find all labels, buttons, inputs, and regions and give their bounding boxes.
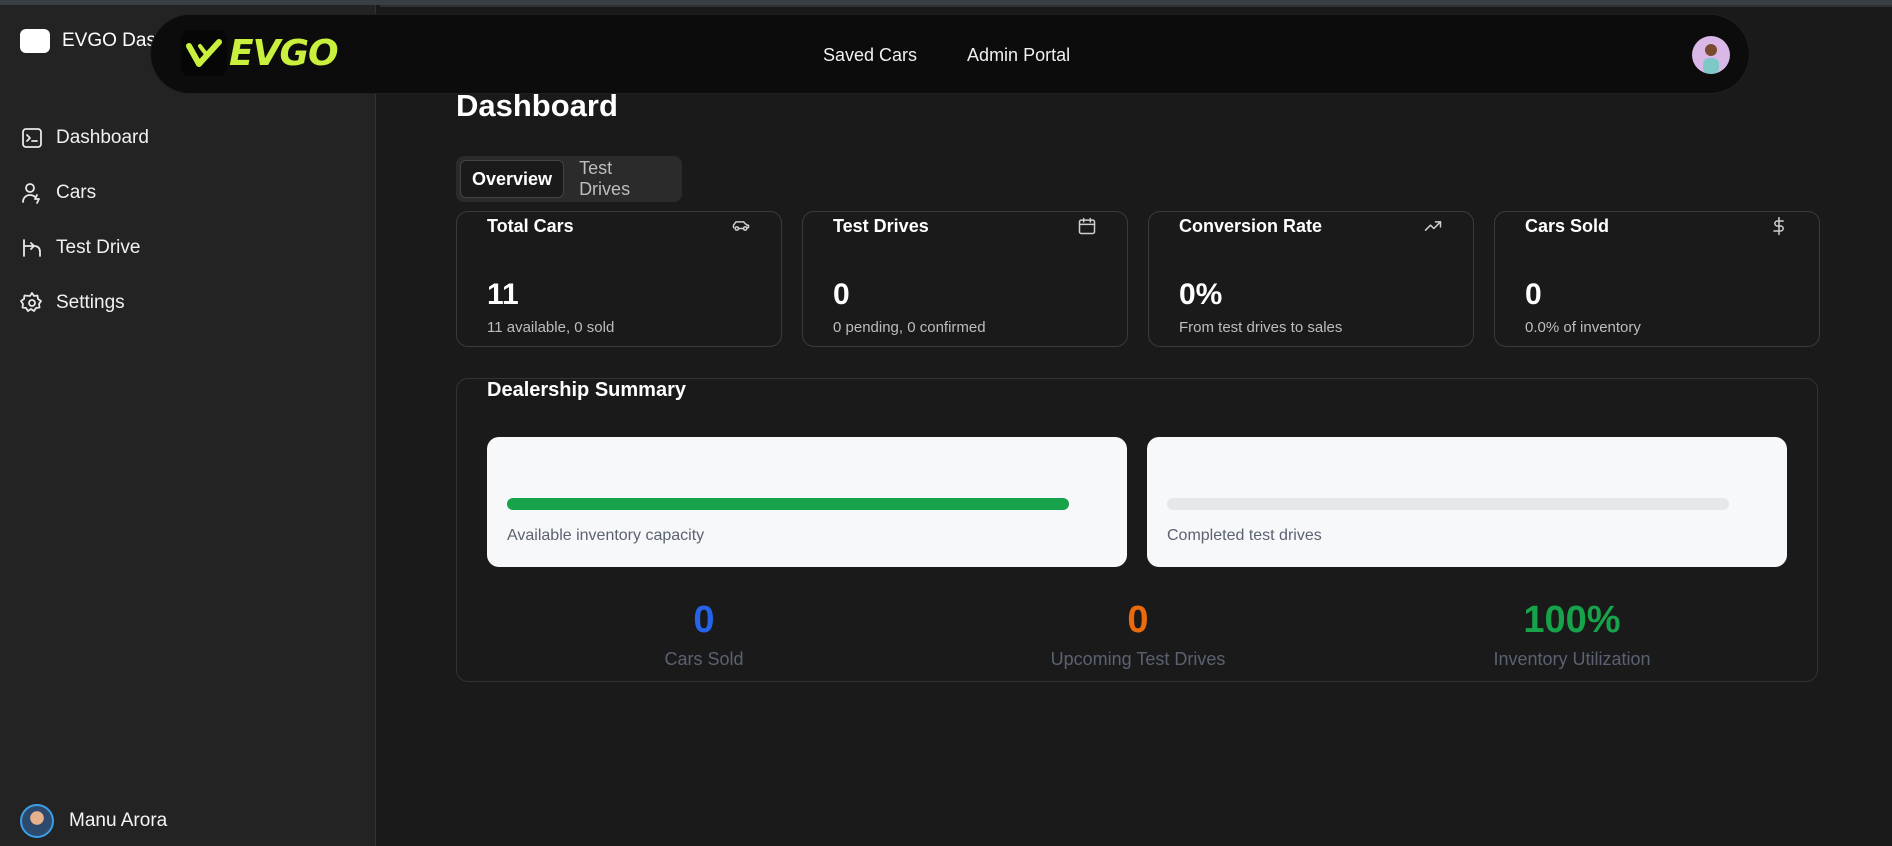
- terminal-square-icon: [22, 127, 42, 148]
- sidebar-item-label: Test Drive: [56, 236, 141, 258]
- dealership-summary: Dealership Summary Available inventory c…: [456, 378, 1818, 682]
- logo-mark-icon: [181, 30, 227, 76]
- card-title: Test Drives: [833, 216, 929, 236]
- page-title: Dashboard: [456, 88, 618, 123]
- panel-label: Completed test drives: [1167, 527, 1322, 544]
- user-icon: [22, 182, 40, 204]
- test-drives-progress-bar: [1167, 498, 1729, 510]
- user-name: Manu Arora: [69, 810, 168, 831]
- sidebar-brand[interactable]: EVGO Dash: [20, 29, 167, 53]
- brand-logo-icon: [20, 29, 50, 53]
- window-top-border-secondary: [380, 5, 1892, 7]
- car-icon: [731, 216, 751, 236]
- inventory-capacity-panel: Available inventory capacity: [487, 437, 1127, 567]
- stat-cars-sold: 0 Cars Sold: [487, 599, 921, 670]
- stat-label: Upcoming Test Drives: [1050, 649, 1226, 669]
- trending-up-icon: [1423, 216, 1443, 236]
- profile-photo-icon: [1703, 44, 1719, 74]
- profile-avatar[interactable]: [1692, 36, 1730, 74]
- top-navbar: EVGO Saved Cars Admin Portal: [150, 14, 1750, 94]
- card-subtext: From test drives to sales: [1179, 319, 1343, 336]
- header-links: Saved Cars Admin Portal: [823, 45, 1070, 66]
- card-value: 11: [487, 278, 519, 311]
- stat-value: 100%: [1523, 599, 1621, 641]
- logo-text: EVGO: [229, 32, 339, 74]
- sidebar-user[interactable]: Manu Arora: [20, 804, 167, 838]
- summary-stats: 0 Cars Sold 0 Upcoming Test Drives 100% …: [487, 599, 1789, 670]
- stat-label: Inventory Utilization: [1493, 649, 1651, 669]
- stat-value: 0: [693, 599, 715, 641]
- admin-portal-link[interactable]: Admin Portal: [967, 45, 1070, 66]
- card-subtext: 0 pending, 0 confirmed: [833, 319, 986, 336]
- saved-cars-link[interactable]: Saved Cars: [823, 45, 917, 66]
- stat-label: Cars Sold: [664, 649, 744, 669]
- tab-list: Overview Test Drives: [456, 156, 682, 202]
- dollar-icon: [1769, 216, 1789, 236]
- sidebar-nav: Dashboard Cars Test Drive Settings: [20, 110, 149, 330]
- sidebar-item-label: Settings: [56, 291, 125, 313]
- split-route-icon: [23, 238, 41, 257]
- sidebar-item-cars[interactable]: Cars: [20, 165, 149, 220]
- tab-test-drives[interactable]: Test Drives: [568, 158, 678, 199]
- sidebar-item-dashboard[interactable]: Dashboard: [20, 110, 149, 165]
- calendar-icon: [1077, 216, 1097, 236]
- card-test-drives: Test Drives 0 0 pending, 0 confirmed: [802, 211, 1128, 347]
- gear-icon: [20, 291, 42, 312]
- test-drives-panel: Completed test drives: [1147, 437, 1787, 567]
- sidebar-item-label: Cars: [56, 181, 97, 203]
- sidebar: EVGO Dash Dashboard Cars Test Drive Sett…: [0, 5, 376, 846]
- card-value: 0: [1525, 278, 1542, 311]
- evgo-logo[interactable]: EVGO: [181, 30, 339, 76]
- card-title: Cars Sold: [1525, 216, 1610, 236]
- card-value: 0%: [1179, 278, 1223, 311]
- card-subtext: 0.0% of inventory: [1525, 319, 1641, 336]
- stat-value: 0: [1127, 599, 1149, 641]
- card-title: Conversion Rate: [1179, 216, 1323, 236]
- tab-overview[interactable]: Overview: [460, 160, 565, 198]
- card-conversion-rate: Conversion Rate 0% From test drives to s…: [1148, 211, 1474, 347]
- sidebar-item-test-drive[interactable]: Test Drive: [20, 220, 149, 275]
- stat-upcoming-test-drives: 0 Upcoming Test Drives: [921, 599, 1355, 670]
- card-subtext: 11 available, 0 sold: [487, 319, 615, 336]
- sidebar-item-label: Dashboard: [56, 126, 149, 148]
- stat-cards: Total Cars 11 11 available, 0 sold Test …: [456, 211, 1820, 347]
- inventory-progress-fill: [507, 498, 1069, 510]
- card-cars-sold: Cars Sold 0 0.0% of inventory: [1494, 211, 1820, 347]
- inventory-progress-bar: [507, 498, 1069, 510]
- summary-title: Dealership Summary: [487, 379, 686, 401]
- card-value: 0: [833, 278, 850, 311]
- card-title: Total Cars: [487, 216, 574, 236]
- stat-inventory-utilization: 100% Inventory Utilization: [1355, 599, 1789, 670]
- card-total-cars: Total Cars 11 11 available, 0 sold: [456, 211, 782, 347]
- panel-label: Available inventory capacity: [507, 527, 705, 544]
- avatar: [20, 804, 54, 838]
- sidebar-item-settings[interactable]: Settings: [20, 275, 149, 330]
